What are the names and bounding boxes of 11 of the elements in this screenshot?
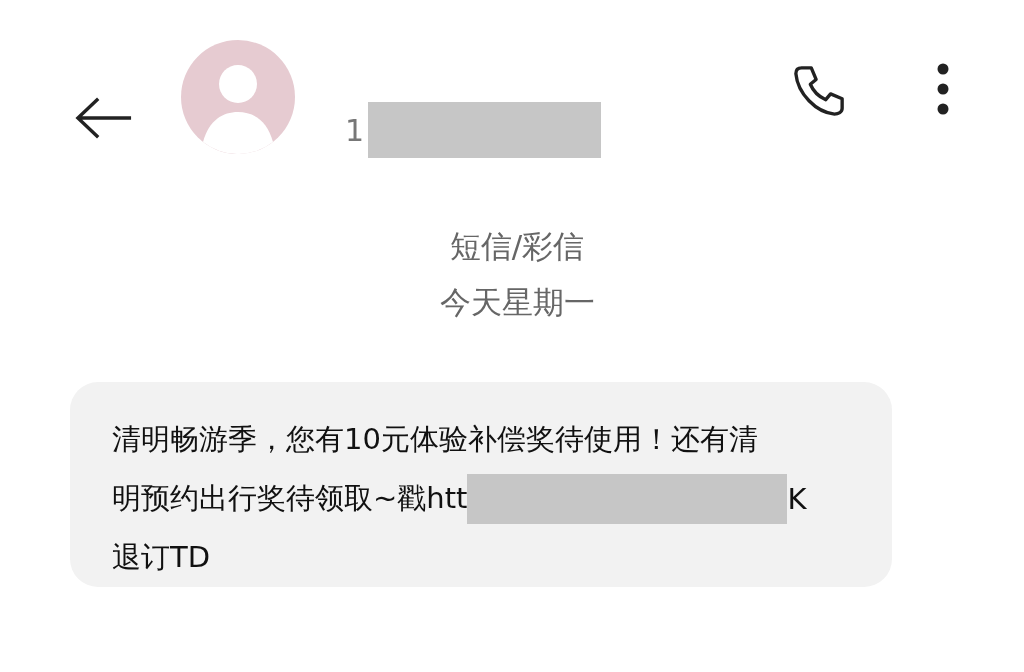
message-date: 今天星期一 [439,283,595,322]
phone-number: 1 [345,112,365,148]
message-text: 明预约出行奖待领取~戳htt [112,479,468,517]
message-type: 短信/彩信 [449,227,585,266]
back-arrow-icon[interactable] [75,96,133,140]
message-text: K [787,481,807,516]
avatar-icon [181,40,295,154]
message-text: 退订TD [112,538,211,576]
phone-icon[interactable] [792,64,846,118]
more-icon[interactable] [936,62,950,116]
message-text: 清明畅游季，您有10元体验补偿奖待使用！还有清 [112,420,758,458]
